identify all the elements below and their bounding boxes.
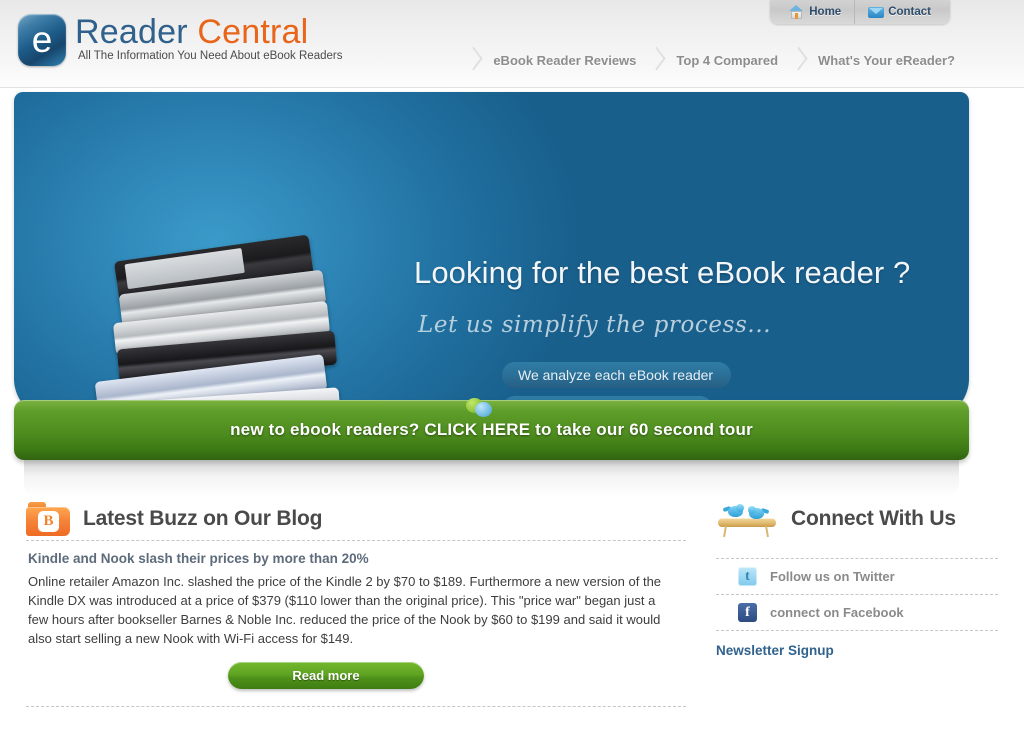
main-content: B Latest Buzz on Our Blog Kindle and Noo… — [0, 498, 1024, 729]
blog-section-title: Latest Buzz on Our Blog — [83, 507, 323, 530]
chip-icon — [466, 362, 493, 388]
social-link-facebook-label: connect on Facebook — [770, 605, 904, 620]
logo-text: Reader Central All The Information You N… — [75, 12, 342, 62]
hero-headline: Looking for the best eBook reader ? — [414, 255, 911, 290]
site-logo[interactable]: Reader Central All The Information You N… — [18, 12, 342, 66]
nav-item-top-4-compared[interactable]: Top 4 Compared — [667, 53, 787, 68]
top-tab-home-label: Home — [809, 6, 842, 18]
hero-banner: Looking for the best eBook reader ? Let … — [14, 92, 969, 419]
connect-section-title: Connect With Us — [791, 507, 956, 530]
mail-icon — [868, 5, 885, 19]
newsletter-signup-link[interactable]: Newsletter Signup — [716, 643, 998, 658]
social-link-facebook[interactable]: connect on Facebook — [716, 595, 998, 630]
utility-nav: Home Contact — [770, 0, 950, 24]
hero-bullet-analyze[interactable]: We analyze each eBook reader — [466, 362, 732, 388]
blog-divider-bottom — [26, 706, 686, 707]
logo-title-reader: Reader — [75, 13, 188, 51]
logo-e-icon — [18, 14, 66, 66]
speech-bubbles-icon — [466, 396, 493, 419]
chevron-right-icon — [462, 45, 484, 75]
facebook-icon — [738, 603, 757, 622]
connect-column: Connect With Us Follow us on Twitter con… — [716, 498, 998, 658]
site-header: Home Contact Reader Central All The Info… — [0, 0, 1024, 88]
social-link-twitter[interactable]: Follow us on Twitter — [716, 559, 998, 594]
logo-tagline: All The Information You Need About eBook… — [78, 50, 343, 62]
nav-item-ebook-reader-reviews[interactable]: eBook Reader Reviews — [484, 53, 645, 68]
blog-divider-top — [26, 540, 686, 541]
chevron-right-icon — [645, 45, 667, 75]
birds-on-perch-icon — [716, 501, 778, 538]
hero-bullet-list: We analyze each eBook reader We collect … — [466, 362, 732, 419]
social-link-twitter-label: Follow us on Twitter — [770, 569, 895, 584]
hero-bullet-reviews[interactable]: We collect customer reviews — [466, 396, 714, 419]
chevron-right-icon — [787, 45, 809, 75]
blog-post-body: Online retailer Amazon Inc. slashed the … — [28, 574, 662, 646]
read-more-row: Read more — [26, 662, 686, 689]
ereader-stack-image — [74, 234, 394, 419]
read-more-button[interactable]: Read more — [228, 662, 424, 689]
social-links: Follow us on Twitter connect on Facebook… — [716, 558, 998, 658]
blogger-folder-icon: B — [26, 502, 70, 536]
social-divider-bottom — [716, 630, 998, 631]
blog-post-title[interactable]: Kindle and Nook slash their prices by mo… — [28, 551, 686, 566]
top-tab-contact-label: Contact — [888, 6, 931, 18]
house-icon — [789, 5, 804, 19]
nav-item-whats-your-ereader[interactable]: What's Your eReader? — [809, 53, 964, 68]
connect-section-header: Connect With Us — [716, 498, 998, 540]
tour-cta-label: new to ebook readers? CLICK HERE to take… — [230, 420, 753, 439]
logo-title-central: Central — [197, 13, 309, 51]
top-tab-home[interactable]: Home — [776, 0, 854, 24]
hero-bullet-analyze-label: We analyze each eBook reader — [502, 362, 732, 388]
blog-column: B Latest Buzz on Our Blog Kindle and Noo… — [26, 498, 686, 707]
hero-subheadline: Let us simplify the process... — [418, 312, 772, 338]
twitter-icon — [738, 567, 757, 586]
read-more-label: Read more — [292, 668, 360, 683]
top-tab-contact[interactable]: Contact — [854, 0, 944, 24]
cta-reflection — [24, 460, 959, 496]
main-nav: eBook Reader Reviews Top 4 Compared What… — [462, 45, 964, 75]
logo-title: Reader Central — [75, 12, 342, 52]
blog-section-header: B Latest Buzz on Our Blog — [26, 498, 686, 540]
